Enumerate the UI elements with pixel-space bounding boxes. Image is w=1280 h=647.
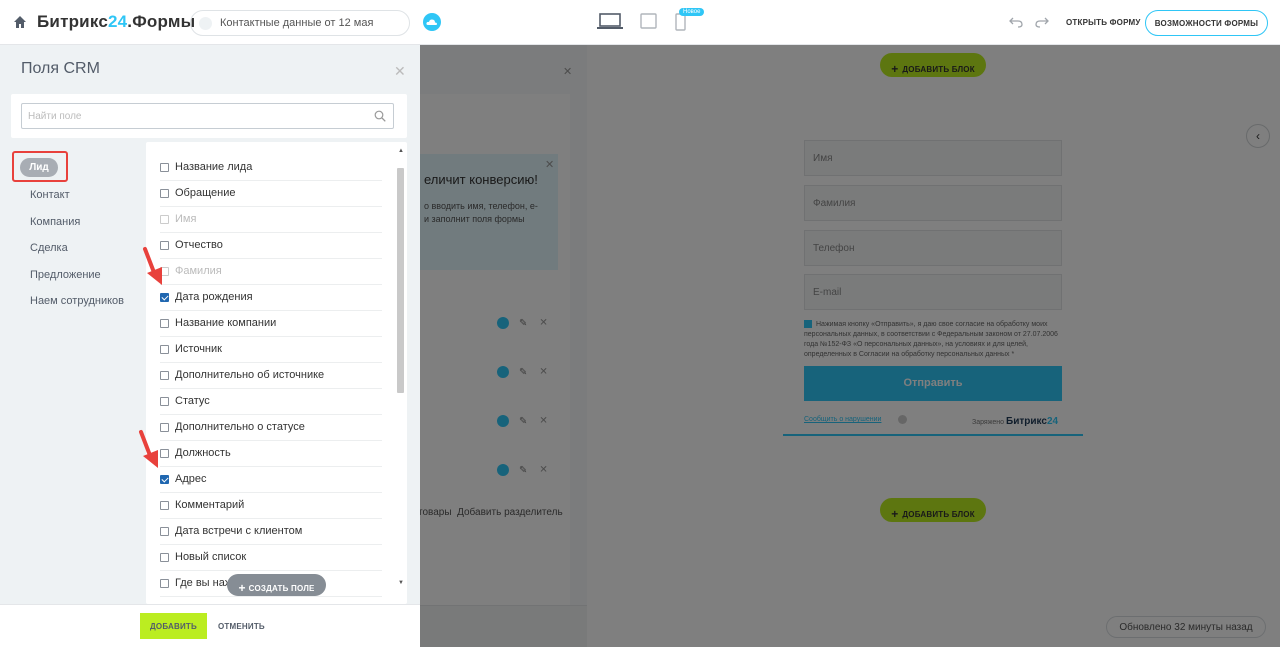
field-checkbox[interactable] — [160, 553, 169, 562]
field-label: Название лида — [175, 161, 253, 173]
redo-icon[interactable] — [1035, 16, 1049, 28]
field-row[interactable]: Название компании — [160, 311, 382, 337]
field-checkbox[interactable] — [160, 527, 169, 536]
field-label: Новый список — [175, 551, 247, 563]
field-label: Фамилия — [175, 265, 222, 277]
category-deal[interactable]: Сделка — [30, 242, 68, 254]
field-label: Адрес — [175, 473, 207, 485]
field-row[interactable]: Фамилия — [160, 259, 382, 285]
arrow-annotation — [139, 430, 158, 468]
scroll-down-icon[interactable]: ▼ — [398, 580, 404, 586]
close-icon[interactable]: ✕ — [394, 63, 406, 80]
undo-icon[interactable] — [1009, 16, 1023, 28]
field-checkbox[interactable] — [160, 579, 169, 588]
field-label: Статус — [175, 395, 210, 407]
open-form-link[interactable]: ОТКРЫТЬ ФОРМУ — [1066, 18, 1141, 27]
form-name-text: Контактные данные от 12 мая — [220, 17, 374, 29]
field-row[interactable]: Новый список — [160, 545, 382, 571]
field-row[interactable]: Источник — [160, 337, 382, 363]
field-row[interactable]: Дополнительно о статусе — [160, 415, 382, 441]
desktop-view-icon[interactable] — [597, 13, 623, 29]
cloud-icon[interactable] — [423, 13, 441, 31]
form-name-field[interactable]: Контактные данные от 12 мая — [190, 10, 410, 36]
search-input[interactable] — [21, 103, 394, 129]
field-checkbox[interactable] — [160, 189, 169, 198]
field-label: Дата встречи с клиентом — [175, 525, 303, 537]
field-label: Дата рождения — [175, 291, 253, 303]
field-checkbox — [160, 215, 169, 224]
top-bar: Битрикс24.Формы Контактные данные от 12 … — [0, 0, 1280, 45]
category-list — [11, 142, 144, 604]
field-checkbox[interactable] — [160, 475, 169, 484]
field-label: Должность — [175, 447, 231, 459]
panel-title: Поля CRM — [21, 60, 100, 77]
field-row[interactable]: Адрес — [160, 467, 382, 493]
field-row[interactable]: Отчество — [160, 233, 382, 259]
field-checkbox[interactable] — [160, 163, 169, 172]
field-row[interactable]: Название лида — [160, 155, 382, 181]
field-row[interactable]: Должность — [160, 441, 382, 467]
field-row[interactable]: Дата встречи с клиентом — [160, 519, 382, 545]
arrow-annotation — [143, 247, 162, 285]
category-lead[interactable]: Лид — [20, 158, 58, 177]
field-row[interactable]: Статус — [160, 389, 382, 415]
category-contact[interactable]: Контакт — [30, 189, 70, 201]
panel-footer — [0, 604, 420, 647]
create-field-button[interactable]: + СОЗДАТЬ ПОЛЕ — [227, 574, 326, 596]
field-label: Отчество — [175, 239, 223, 251]
field-label: Источник — [175, 343, 222, 355]
field-row[interactable]: Дата рождения — [160, 285, 382, 311]
field-row[interactable]: Имя — [160, 207, 382, 233]
form-features-button[interactable]: ВОЗМОЖНОСТИ ФОРМЫ — [1145, 10, 1268, 36]
field-label: Комментарий — [175, 499, 245, 511]
scroll-up-icon[interactable]: ▲ — [398, 148, 404, 154]
add-button[interactable]: ДОБАВИТЬ — [140, 613, 207, 639]
field-checkbox[interactable] — [160, 371, 169, 380]
field-label: Имя — [175, 213, 197, 225]
app-logo: Битрикс24.Формы — [37, 12, 196, 31]
home-icon[interactable] — [12, 14, 28, 30]
field-checkbox[interactable] — [160, 501, 169, 510]
form-icon — [199, 17, 212, 30]
field-row[interactable]: Дополнительно об источнике — [160, 363, 382, 389]
field-checkbox[interactable] — [160, 319, 169, 328]
field-row[interactable]: Комментарий — [160, 493, 382, 519]
new-badge: Новое — [679, 8, 705, 16]
field-label: Название компании — [175, 317, 277, 329]
category-hiring[interactable]: Наем сотрудников — [30, 295, 124, 307]
field-checkbox[interactable] — [160, 345, 169, 354]
field-row[interactable]: Обращение — [160, 181, 382, 207]
search-icon[interactable] — [374, 110, 386, 122]
field-label: Дополнительно о статусе — [175, 421, 305, 433]
category-company[interactable]: Компания — [30, 216, 80, 228]
field-label: Дополнительно об источнике — [175, 369, 325, 381]
tablet-view-icon[interactable] — [640, 13, 657, 29]
category-quote[interactable]: Предложение — [30, 269, 101, 281]
field-checkbox[interactable] — [160, 397, 169, 406]
cancel-button[interactable]: ОТМЕНИТЬ — [218, 622, 265, 631]
field-label: Обращение — [175, 187, 236, 199]
scrollbar-thumb[interactable] — [397, 168, 404, 393]
field-checkbox[interactable] — [160, 293, 169, 302]
